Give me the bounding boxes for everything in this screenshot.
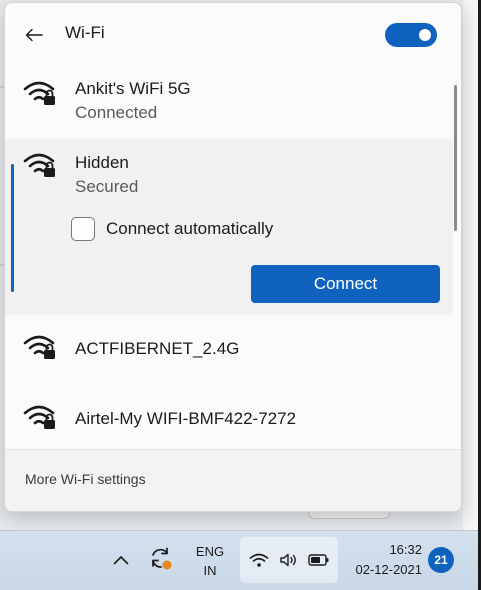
taskbar: ENG IN 16:32 02-12-2021 21 <box>0 530 481 590</box>
network-item[interactable]: Airtel-My WIFI-BMF422-7272 <box>5 377 453 449</box>
wifi-flyout: Wi-Fi Ankit's WiFi 5G Connected Hidden S… <box>4 2 462 512</box>
wifi-icon <box>249 553 269 567</box>
wifi-secured-icon <box>23 335 55 359</box>
connect-automatically-checkbox[interactable]: Connect automatically <box>71 217 273 241</box>
network-item[interactable]: Ankit's WiFi 5G Connected <box>5 65 453 139</box>
back-arrow-icon <box>25 28 43 42</box>
network-name: ACTFIBERNET_2.4G <box>75 339 240 358</box>
volume-icon <box>280 553 296 567</box>
clock-time: 16:32 <box>389 542 422 557</box>
wifi-secured-icon <box>23 153 55 177</box>
more-wifi-settings-link[interactable]: More Wi-Fi settings <box>25 471 146 487</box>
selection-indicator <box>11 164 14 292</box>
network-name: Ankit's WiFi 5G <box>75 79 191 98</box>
network-item[interactable]: ACTFIBERNET_2.4G <box>5 315 453 377</box>
chevron-up-icon <box>113 556 129 565</box>
clock-date: 02-12-2021 <box>355 562 423 577</box>
toggle-knob <box>419 29 431 41</box>
region-code: IN <box>203 563 217 578</box>
checkbox-label: Connect automatically <box>106 219 274 238</box>
flyout-footer: More Wi-Fi settings <box>5 450 461 511</box>
clock-button[interactable]: 16:32 02-12-2021 <box>344 537 426 583</box>
language-code: ENG <box>195 544 225 559</box>
sync-tray-button[interactable] <box>146 543 176 575</box>
wifi-status <box>248 549 270 571</box>
scrollbar[interactable] <box>454 85 457 231</box>
volume-status <box>278 549 300 571</box>
sync-icon <box>152 547 172 570</box>
page-title: Wi-Fi <box>65 23 105 42</box>
network-status: Secured <box>75 177 139 196</box>
notification-badge[interactable]: 21 <box>428 547 454 573</box>
battery-icon <box>308 554 329 566</box>
quick-settings-button[interactable] <box>240 537 338 583</box>
connect-button[interactable]: Connect <box>251 265 440 303</box>
wifi-secured-icon <box>23 81 55 105</box>
network-status: Connected <box>75 103 158 122</box>
back-button[interactable] <box>21 22 47 48</box>
battery-status <box>308 549 330 571</box>
flyout-header: Wi-Fi <box>5 3 461 65</box>
wifi-secured-icon <box>23 405 55 429</box>
show-hidden-icons-button[interactable] <box>108 545 134 575</box>
checkbox-box[interactable] <box>71 217 95 241</box>
network-list[interactable]: Ankit's WiFi 5G Connected Hidden Secured… <box>5 65 461 449</box>
language-indicator[interactable]: ENG IN <box>188 539 232 583</box>
wifi-toggle[interactable] <box>385 23 437 47</box>
network-name: Hidden <box>75 153 129 172</box>
network-name: Airtel-My WIFI-BMF422-7272 <box>75 409 297 428</box>
network-item-expanded[interactable]: Hidden Secured Connect automatically Con… <box>5 139 453 315</box>
